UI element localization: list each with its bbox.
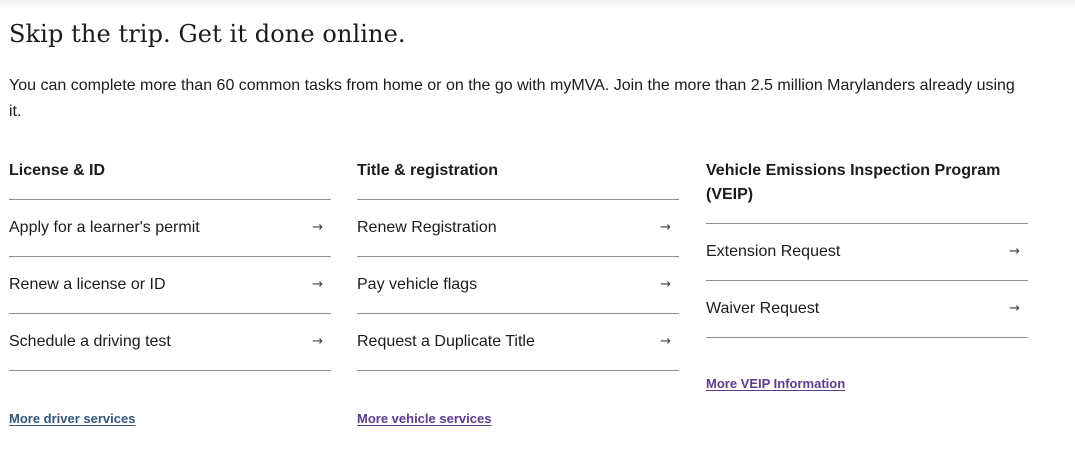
link-extension-request[interactable]: Extension Request → (706, 224, 1028, 281)
more-driver-services-link[interactable]: More driver services (9, 411, 135, 426)
link-waiver-request[interactable]: Waiver Request → (706, 281, 1028, 338)
more-vehicle-services-link[interactable]: More vehicle services (357, 411, 491, 426)
column-title-license-id: License & ID (9, 157, 331, 200)
link-request-duplicate-title[interactable]: Request a Duplicate Title → (357, 314, 679, 371)
section-heading: Skip the trip. Get it done online. (9, 20, 406, 48)
license-id-column: License & ID Apply for a learner's permi… (9, 157, 331, 428)
item-label: Waiver Request (706, 299, 820, 317)
arrow-right-icon: → (1009, 301, 1020, 316)
item-label: Pay vehicle flags (357, 275, 478, 293)
item-label: Extension Request (706, 242, 841, 260)
license-id-list: Apply for a learner's permit → Renew a l… (9, 200, 331, 371)
link-pay-vehicle-flags[interactable]: Pay vehicle flags → (357, 257, 679, 314)
arrow-right-icon: → (660, 277, 671, 292)
arrow-right-icon: → (1009, 244, 1020, 259)
arrow-right-icon: → (312, 334, 323, 349)
item-label: Renew a license or ID (9, 275, 166, 293)
title-registration-list: Renew Registration → Pay vehicle flags →… (357, 200, 679, 371)
more-veip-information-link[interactable]: More VEIP Information (706, 376, 845, 391)
link-schedule-driving-test[interactable]: Schedule a driving test → (9, 314, 331, 371)
item-label: Renew Registration (357, 218, 497, 236)
link-renew-license-id[interactable]: Renew a license or ID → (9, 257, 331, 314)
title-registration-column: Title & registration Renew Registration … (357, 157, 679, 428)
intro-text: You can complete more than 60 common tas… (9, 77, 1015, 120)
top-divider-strip (0, 0, 1075, 8)
veip-column: Vehicle Emissions Inspection Program (VE… (706, 157, 1028, 393)
veip-list: Extension Request → Waiver Request → (706, 224, 1028, 338)
arrow-right-icon: → (312, 277, 323, 292)
item-label: Request a Duplicate Title (357, 332, 535, 350)
link-renew-registration[interactable]: Renew Registration → (357, 200, 679, 257)
item-label: Apply for a learner's permit (9, 218, 200, 236)
column-title-veip: Vehicle Emissions Inspection Program (VE… (706, 157, 1028, 224)
column-title-title-registration: Title & registration (357, 157, 679, 200)
link-apply-learners-permit[interactable]: Apply for a learner's permit → (9, 200, 331, 257)
arrow-right-icon: → (660, 220, 671, 235)
arrow-right-icon: → (312, 220, 323, 235)
item-label: Schedule a driving test (9, 332, 171, 350)
arrow-right-icon: → (660, 334, 671, 349)
